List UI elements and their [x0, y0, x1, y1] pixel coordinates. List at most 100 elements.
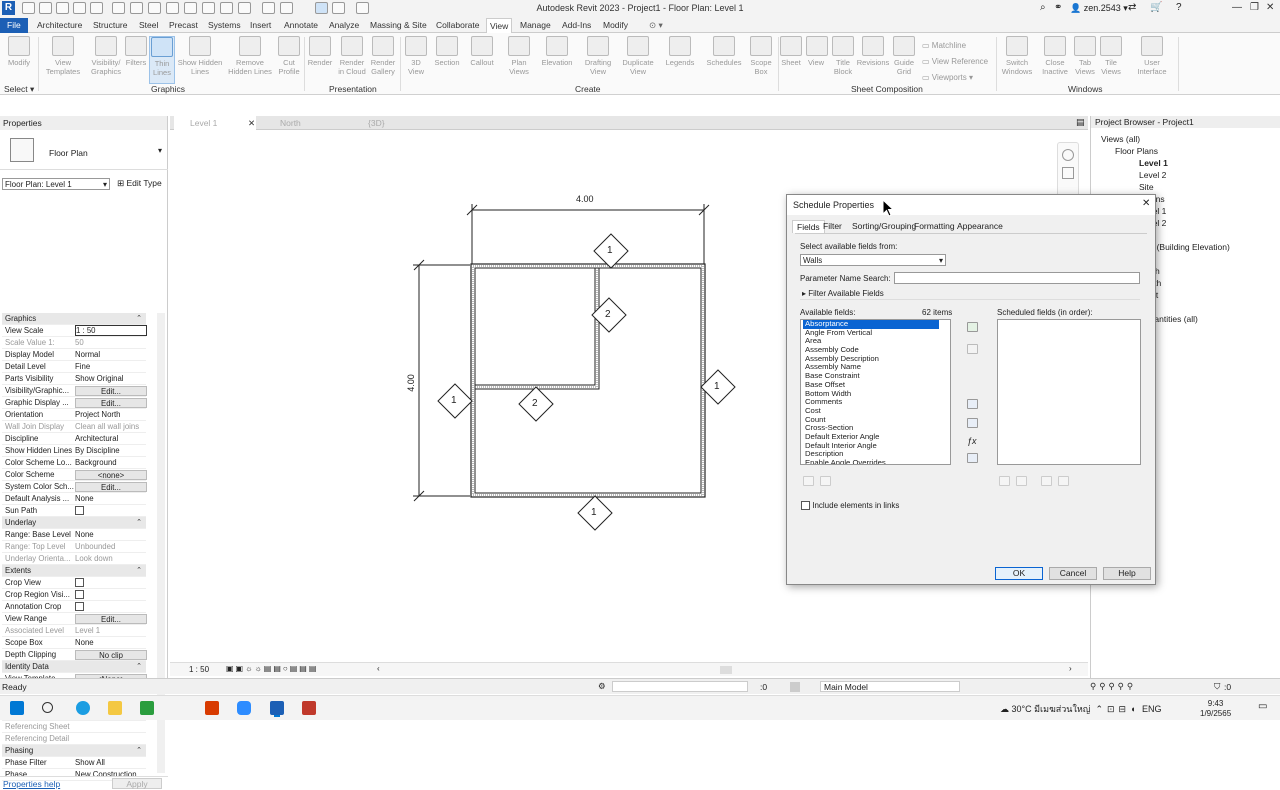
available-field-item[interactable]: Angle From Vertical [803, 328, 950, 338]
property-value[interactable]: Show All [75, 757, 147, 769]
tab-structure[interactable]: Structure [90, 18, 131, 33]
property-checkbox[interactable] [75, 506, 84, 516]
cancel-button[interactable]: Cancel [1049, 567, 1097, 580]
tab-annotate[interactable]: Annotate [281, 18, 321, 33]
view-control-icons[interactable]: ▣▣☼☼▤▤○▤▤▤ [226, 664, 318, 673]
browser-item[interactable]: Level 2 [1139, 170, 1166, 180]
title-block-button[interactable]: Title Block [830, 36, 856, 76]
switch-windows-button[interactable]: Switch Windows [1000, 36, 1034, 76]
design-options-icon[interactable] [790, 682, 800, 692]
tab-list-icon[interactable]: ▤ [1076, 117, 1085, 128]
tab-modify[interactable]: Modify [600, 18, 631, 33]
help-icon[interactable]: ? [1176, 2, 1182, 13]
render-cloud-button[interactable]: Render in Cloud [336, 36, 368, 76]
office-icon[interactable] [205, 701, 219, 715]
guide-grid-button[interactable]: Guide Grid [892, 36, 916, 76]
property-value[interactable]: Background [75, 457, 147, 469]
visibility-graphics-button[interactable]: Visibility/ Graphics [86, 36, 126, 76]
edit-parameter-icon[interactable] [967, 418, 978, 428]
user-account[interactable]: 👤 zen.2543 ▾ [1070, 3, 1128, 14]
close-icon[interactable]: ✕ [248, 116, 255, 130]
type-selector[interactable]: Floor Plan ▾ [0, 130, 168, 170]
remove-parameter-icon[interactable] [967, 344, 978, 354]
view-templates-button[interactable]: View Templates [44, 36, 82, 76]
place-view-button[interactable]: View [806, 36, 828, 67]
tab-views-button[interactable]: Tab Views [1072, 36, 1098, 76]
property-group[interactable]: Identity Data ⌃ [2, 661, 146, 673]
dialog-tab-filter[interactable]: Filter [819, 220, 846, 233]
property-edit-button[interactable]: No clip [75, 650, 147, 660]
edit-type-button[interactable]: ⊞ Edit Type [117, 178, 162, 189]
browser-item[interactable]: Level 1 [1139, 158, 1168, 168]
dialog-tab-formatting[interactable]: Formatting [910, 220, 959, 233]
system-tray[interactable]: ☁ 30°C มีเมฆส่วนใหญ่ ⌃⊡⊟◖ ENG [1000, 702, 1162, 716]
include-links-checkbox[interactable] [801, 501, 810, 511]
tab-file[interactable]: File [0, 18, 28, 33]
scroll-right-icon[interactable]: › [1069, 664, 1072, 673]
horizontal-scroll-thumb[interactable] [720, 666, 732, 674]
tile-views-button[interactable]: Tile Views [1098, 36, 1124, 76]
apply-button[interactable]: Apply [112, 778, 162, 789]
collapse-icon[interactable]: ⌃ [136, 313, 142, 325]
collapse-icon[interactable]: ⌃ [136, 661, 142, 673]
search-icon[interactable] [42, 702, 53, 713]
thin-lines-button[interactable]: Thin Lines [149, 36, 175, 84]
steering-wheel-icon[interactable] [1062, 149, 1074, 161]
property-checkbox[interactable] [75, 590, 84, 600]
property-edit-button[interactable]: Edit... [75, 386, 147, 396]
workset-dropdown[interactable] [612, 681, 748, 692]
design-option-dropdown[interactable]: Main Model [820, 681, 960, 692]
view-tab-level-1[interactable]: Level 1 ✕ [174, 116, 256, 130]
plan-views-button[interactable]: Plan Views [505, 36, 533, 76]
move-up-icon[interactable] [1041, 476, 1052, 486]
tab-collaborate[interactable]: Collaborate [433, 18, 482, 33]
clock[interactable]: 9:43 1/9/2565 [1200, 699, 1231, 719]
close-inactive-button[interactable]: Close Inactive [1040, 36, 1070, 76]
dialog-tab-appearance[interactable]: Appearance [953, 220, 1007, 233]
dialog-title-bar[interactable]: Schedule Properties ✕ [787, 195, 1155, 215]
view-tab-3d[interactable]: {3D} [350, 116, 385, 130]
combine-parameters-icon[interactable] [967, 453, 978, 463]
property-group[interactable]: Extents ⌃ [2, 565, 146, 577]
show-hidden-lines-button[interactable]: Show Hidden Lines [177, 36, 223, 76]
property-value[interactable]: Show Original [75, 373, 147, 385]
property-edit-button[interactable]: Edit... [75, 482, 147, 492]
property-value[interactable]: Architectural [75, 433, 147, 445]
wall-tag[interactable]: 1 [591, 507, 597, 518]
instance-selector[interactable]: Floor Plan: Level 1 ▾ [2, 178, 110, 190]
worksharing-icon[interactable]: ⚙ [598, 681, 606, 692]
cart-icon[interactable]: 🛒 [1150, 2, 1162, 13]
property-group[interactable]: Graphics ⌃ [2, 313, 146, 325]
search-icon[interactable]: ⌕ [1040, 2, 1046, 13]
filter-icon[interactable]: ⛉ [1214, 681, 1220, 692]
file-explorer-icon[interactable] [108, 701, 122, 715]
property-checkbox[interactable] [75, 578, 84, 588]
property-value[interactable]: None [75, 637, 147, 649]
acrobat-icon[interactable] [302, 701, 316, 715]
edge-icon[interactable] [76, 701, 90, 715]
available-field-item[interactable]: Enable Angle Overrides [803, 458, 950, 464]
available-field-item[interactable]: Comments [803, 397, 950, 407]
delete-scheduled-icon[interactable] [1016, 476, 1027, 486]
wall-tag[interactable]: 1 [451, 395, 457, 406]
tab-steel[interactable]: Steel [136, 18, 161, 33]
callout-button[interactable]: Callout [466, 36, 498, 67]
tab-add-ins[interactable]: Add-Ins [559, 18, 594, 33]
close-icon[interactable]: ✕ [1266, 2, 1274, 13]
revit-taskbar-icon[interactable] [270, 701, 284, 715]
help-button[interactable]: Help [1103, 567, 1151, 580]
property-value[interactable]: By Discipline [75, 445, 147, 457]
properties-help-link[interactable]: Properties help [3, 779, 60, 789]
scope-box-button[interactable]: Scope Box [747, 36, 775, 76]
render-button[interactable]: Render [306, 36, 334, 67]
property-input[interactable]: 1 : 50 [75, 325, 147, 336]
tab-massing-site[interactable]: Massing & Site [367, 18, 430, 33]
zoom-icon[interactable] [1062, 167, 1074, 179]
property-checkbox[interactable] [75, 602, 84, 612]
wall-tag[interactable]: 1 [607, 245, 613, 256]
modify-button[interactable]: Modify [2, 36, 36, 67]
tab-architecture[interactable]: Architecture [34, 18, 85, 33]
contextual-toggle-icon[interactable]: ⊙ ▾ [646, 18, 666, 33]
view-reference-button[interactable]: ▭ View Reference [922, 54, 988, 70]
exchange-icon[interactable]: ⇄ [1128, 2, 1136, 13]
